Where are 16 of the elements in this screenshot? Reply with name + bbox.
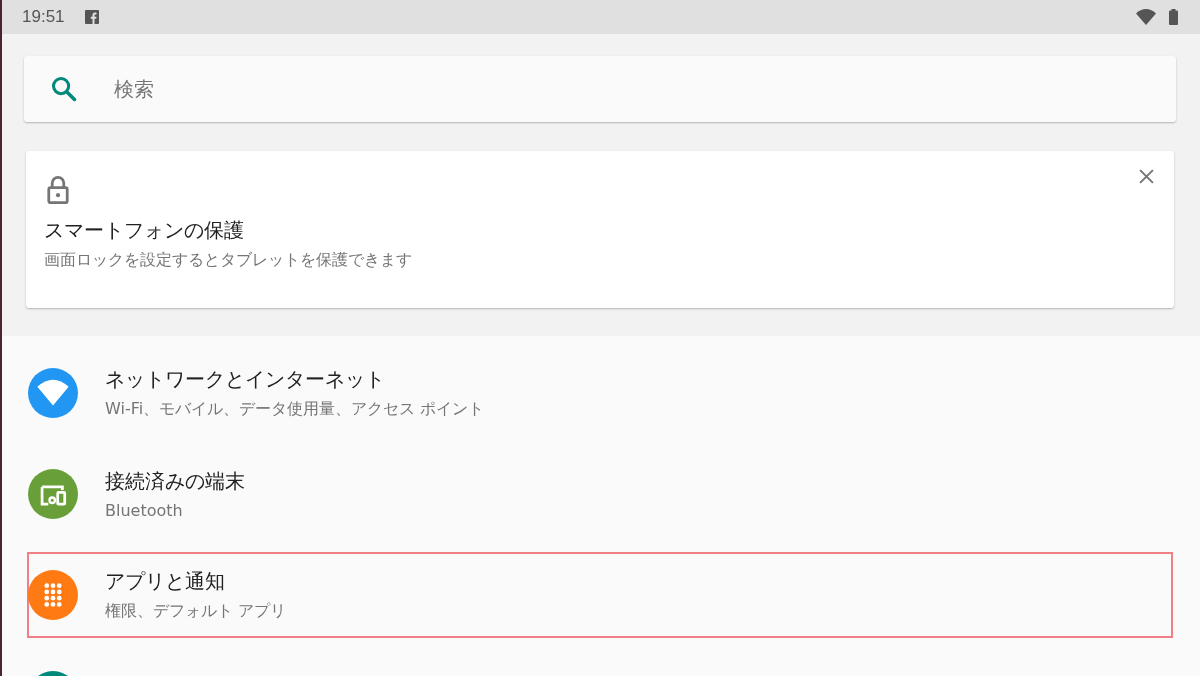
setting-title[interactable]: ネットワークとインターネット xyxy=(105,366,485,393)
lock-icon xyxy=(46,175,70,205)
card-subtitle: 画面ロックを設定するとタブレットを保護できます xyxy=(44,250,413,271)
setting-subtitle: 権限、デフォルト アプリ xyxy=(105,601,287,622)
setting-subtitle: Wi-Fi、モバイル、データ使用量、アクセス ポイント xyxy=(105,399,485,420)
setting-title[interactable]: アプリと通知 xyxy=(105,568,287,595)
search-field[interactable]: 検索 xyxy=(24,56,1176,122)
card-title: スマートフォンの保護 xyxy=(44,217,245,244)
suggestion-card[interactable]: スマートフォンの保護 画面ロックを設定するとタブレットを保護できます xyxy=(26,151,1174,308)
setting-title[interactable]: 接続済みの端末 xyxy=(105,468,245,495)
wifi-signal-icon xyxy=(1136,9,1156,25)
close-icon[interactable] xyxy=(1139,169,1154,184)
notification-icon xyxy=(84,10,99,24)
battery-icon xyxy=(1169,9,1178,25)
setting-subtitle: Bluetooth xyxy=(105,501,184,520)
clock-time: 19:51 xyxy=(22,7,65,27)
